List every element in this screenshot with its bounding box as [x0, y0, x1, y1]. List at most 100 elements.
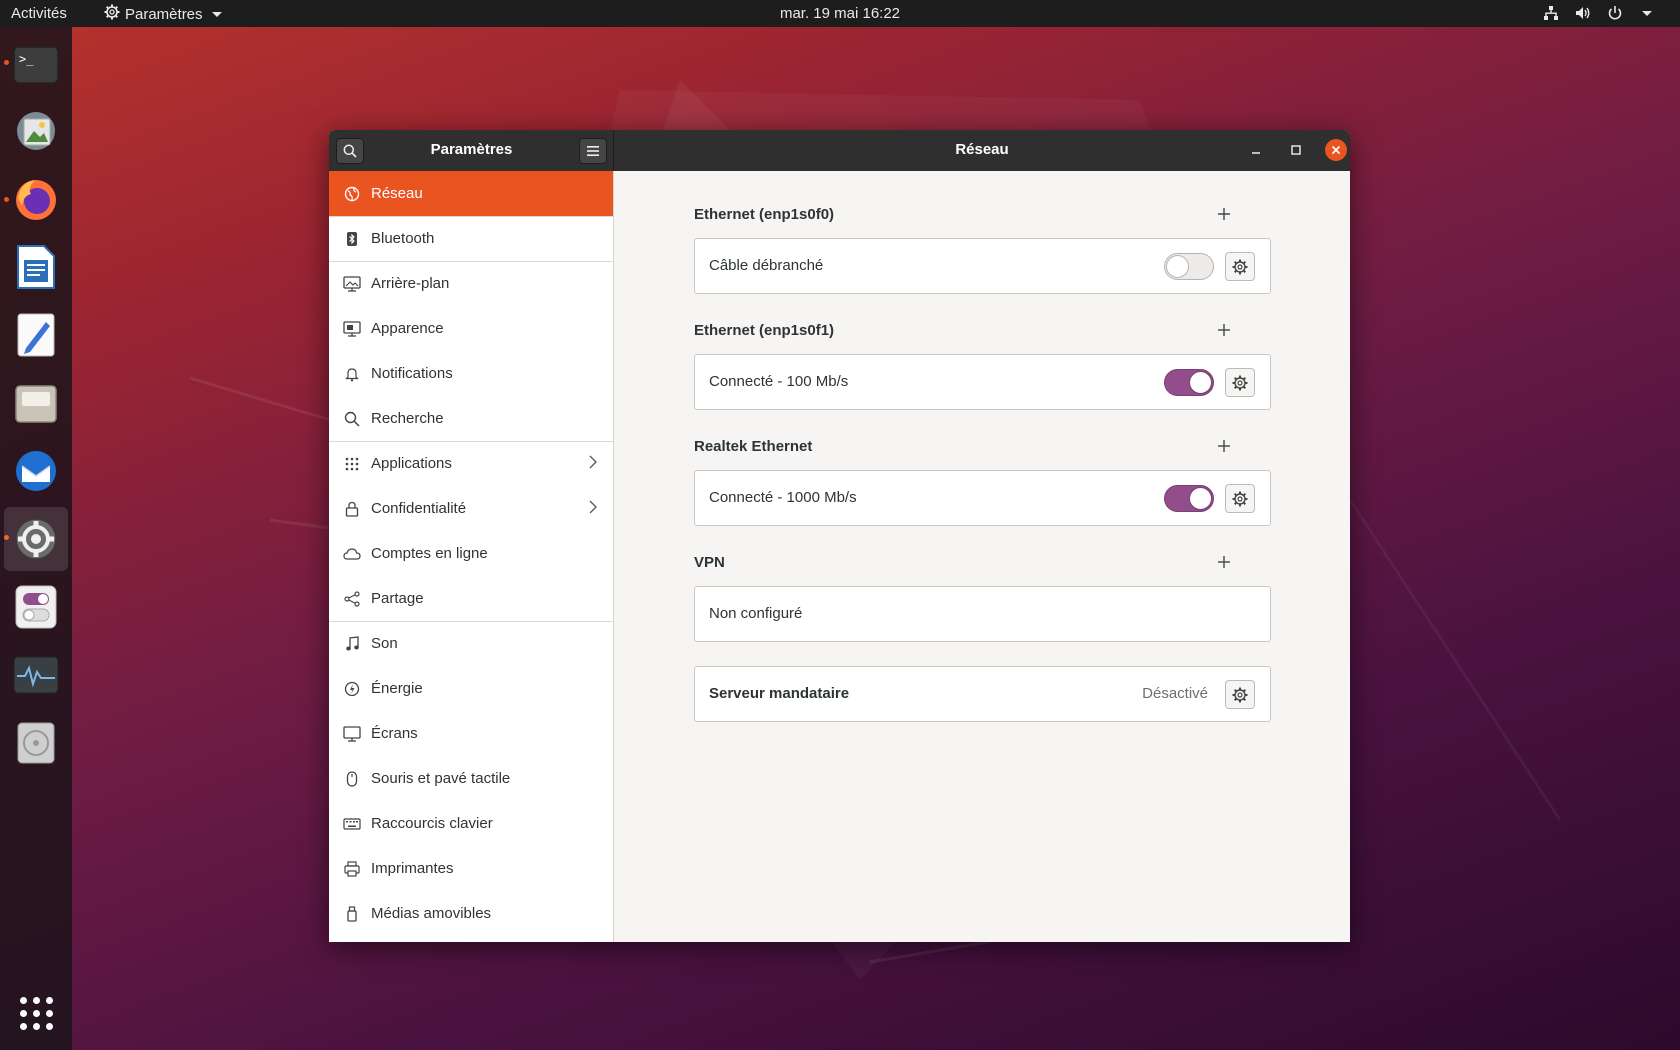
- clock[interactable]: mar. 19 mai 16:22: [780, 5, 900, 22]
- add-connection-button[interactable]: [1217, 207, 1235, 225]
- sidebar-item-printers[interactable]: Imprimantes: [329, 846, 613, 891]
- dock-image-viewer[interactable]: [10, 105, 62, 157]
- connection-row: Câble débranché: [694, 238, 1271, 294]
- close-button[interactable]: [1325, 139, 1347, 161]
- connection-status: Connecté - 100 Mb/s: [709, 373, 849, 390]
- sidebar-item-label: Médias amovibles: [371, 905, 492, 922]
- connection-toggle[interactable]: [1164, 253, 1214, 280]
- chevron-right-icon: [589, 455, 597, 473]
- dock-tweaks[interactable]: [10, 581, 62, 633]
- keyboard-icon: [343, 815, 361, 833]
- sidebar-item-bluetooth[interactable]: Bluetooth: [329, 216, 613, 261]
- mouse-icon: [343, 770, 361, 788]
- dock-thunderbird[interactable]: [10, 445, 62, 497]
- add-connection-button[interactable]: [1217, 323, 1235, 341]
- connection-toggle[interactable]: [1164, 485, 1214, 512]
- plus-icon: [1218, 556, 1230, 568]
- connection-settings-button[interactable]: [1225, 368, 1255, 397]
- sidebar-item-label: Confidentialité: [371, 500, 467, 517]
- show-applications-button[interactable]: [20, 997, 53, 1030]
- dock-settings[interactable]: [4, 507, 68, 571]
- dock-terminal[interactable]: >_: [10, 39, 62, 91]
- system-tray[interactable]: [1542, 4, 1656, 22]
- window-title: Réseau: [955, 141, 1009, 158]
- dock-firefox[interactable]: [10, 173, 62, 225]
- sidebar-item-background[interactable]: Arrière-plan: [329, 261, 613, 306]
- network-icon: [343, 185, 361, 203]
- system-monitor-icon: [13, 656, 59, 694]
- connection-settings-button[interactable]: [1225, 252, 1255, 281]
- sidebar-item-applications[interactable]: Applications: [329, 441, 613, 486]
- sidebar-item-displays[interactable]: Écrans: [329, 711, 613, 756]
- sidebar-item-sound[interactable]: Son: [329, 621, 613, 666]
- sidebar-item-label: Applications: [371, 455, 452, 472]
- dock-files[interactable]: [10, 377, 62, 429]
- header-bar: Paramètres Réseau: [329, 130, 1350, 171]
- sidebar-item-mouse-touchpad[interactable]: Souris et pavé tactile: [329, 756, 613, 801]
- sidebar-item-notifications[interactable]: Notifications: [329, 351, 613, 396]
- sidebar-item-appearance[interactable]: Apparence: [329, 306, 613, 351]
- text-editor-icon: [17, 313, 55, 357]
- close-icon: [1331, 145, 1341, 155]
- dock-text-editor[interactable]: [10, 309, 62, 361]
- sidebar-item-label: Énergie: [371, 680, 423, 697]
- sidebar-item-search[interactable]: Recherche: [329, 396, 613, 441]
- sidebar-item-privacy[interactable]: Confidentialité: [329, 486, 613, 531]
- app-menu[interactable]: Paramètres: [104, 4, 222, 24]
- plus-icon: [1218, 324, 1230, 336]
- removable-media-icon: [343, 905, 361, 923]
- sidebar-item-label: Réseau: [371, 185, 423, 202]
- music-note-icon: [343, 635, 361, 653]
- sidebar-item-removable-media[interactable]: Médias amovibles: [329, 891, 613, 936]
- activities-button[interactable]: Activités: [11, 5, 67, 22]
- proxy-row[interactable]: Serveur mandataire Désactivé: [694, 666, 1271, 722]
- bell-icon: [343, 365, 361, 383]
- sidebar-item-network[interactable]: Réseau: [329, 171, 613, 216]
- firefox-icon: [16, 180, 56, 220]
- hamburger-icon: [587, 146, 599, 156]
- app-menu-label: Paramètres: [125, 5, 203, 23]
- power-menu-icon[interactable]: [1606, 4, 1624, 22]
- settings-icon: [15, 518, 57, 560]
- network-wired-icon[interactable]: [1542, 4, 1560, 22]
- running-indicator: [4, 60, 9, 65]
- add-connection-button[interactable]: [1217, 439, 1235, 457]
- dock-writer[interactable]: [10, 241, 62, 293]
- gear-icon: [1232, 375, 1248, 390]
- sidebar-item-power[interactable]: Énergie: [329, 666, 613, 711]
- terminal-icon: >_: [13, 46, 59, 84]
- printer-icon: [343, 860, 361, 878]
- thunderbird-icon: [16, 451, 56, 491]
- sidebar-item-label: Recherche: [371, 410, 444, 427]
- cloud-icon: [343, 545, 361, 563]
- tweaks-icon: [15, 585, 57, 629]
- section-title: Realtek Ethernet: [694, 438, 813, 455]
- writer-icon: [17, 245, 55, 289]
- dock-disc[interactable]: [10, 717, 62, 769]
- sidebar-item-sharing[interactable]: Partage: [329, 576, 613, 621]
- sidebar-item-keyboard-shortcuts[interactable]: Raccourcis clavier: [329, 801, 613, 846]
- connection-toggle[interactable]: [1164, 369, 1214, 396]
- sidebar-item-label: Comptes en ligne: [371, 545, 488, 562]
- maximize-icon: [1291, 145, 1301, 155]
- volume-icon[interactable]: [1574, 4, 1592, 22]
- proxy-settings-button[interactable]: [1225, 680, 1255, 709]
- section-title: VPN: [694, 554, 725, 571]
- maximize-button[interactable]: [1285, 139, 1307, 161]
- search-icon: [343, 410, 361, 428]
- sidebar-item-online-accounts[interactable]: Comptes en ligne: [329, 531, 613, 576]
- minimize-button[interactable]: [1245, 139, 1267, 161]
- menu-button[interactable]: [579, 138, 607, 164]
- gear-icon: [1232, 491, 1248, 506]
- add-vpn-button[interactable]: [1217, 555, 1235, 573]
- bluetooth-icon: [343, 230, 361, 248]
- appearance-icon: [343, 320, 361, 338]
- plus-icon: [1218, 440, 1230, 452]
- dock-system-monitor[interactable]: [10, 649, 62, 701]
- connection-settings-button[interactable]: [1225, 484, 1255, 513]
- dock: >_: [0, 27, 72, 1050]
- plus-icon: [1218, 208, 1230, 220]
- chevron-down-icon[interactable]: [1638, 4, 1656, 22]
- connection-status: Connecté - 1000 Mb/s: [709, 489, 857, 506]
- gear-icon: [1232, 687, 1248, 702]
